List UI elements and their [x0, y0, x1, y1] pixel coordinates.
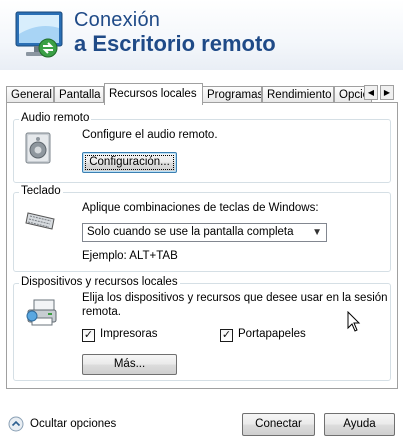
tab-strip: General Pantalla Recursos locales Progra…: [6, 83, 400, 105]
collapse-options-icon[interactable]: [8, 416, 24, 432]
keyboard-combination-select[interactable]: Solo cuando se use la pantalla completa …: [82, 223, 327, 242]
keyboard-description: Aplique combinaciones de teclas de Windo…: [82, 202, 319, 214]
audio-description: Configure el audio remoto.: [82, 129, 218, 141]
hide-options-label[interactable]: Ocultar opciones: [30, 418, 116, 430]
connect-button[interactable]: Conectar: [242, 413, 315, 436]
more-devices-button[interactable]: Más...: [82, 354, 177, 375]
tab-panel-recursos-locales: Audio remoto Configure el audio remoto. …: [6, 102, 398, 389]
group-label-teclado: Teclado: [19, 185, 63, 197]
group-audio-remoto: Audio remoto Configure el audio remoto. …: [13, 112, 391, 183]
speaker-icon: [25, 132, 51, 164]
tab-scroll-right-icon[interactable]: ▶: [380, 85, 394, 100]
group-teclado: Teclado Aplique combinaciones de teclas …: [13, 185, 391, 272]
devices-icon: [26, 299, 57, 326]
devices-description-line1: Elija los dispositivos y recursos que de…: [82, 292, 388, 304]
printers-checkbox[interactable]: ✓: [82, 329, 95, 342]
audio-settings-button-label: Configuración...: [85, 155, 174, 170]
remote-desktop-logo-icon: [15, 11, 63, 58]
header-banner: Conexión a Escritorio remoto: [0, 0, 403, 70]
help-button[interactable]: Ayuda: [324, 413, 395, 436]
group-label-dispositivos: Dispositivos y recursos locales: [19, 276, 180, 288]
devices-description-line2: remota.: [82, 306, 121, 318]
clipboard-label[interactable]: Portapapeles: [238, 328, 306, 340]
keyboard-icon: [25, 212, 55, 230]
clipboard-checkbox[interactable]: ✓: [220, 329, 233, 342]
printers-label[interactable]: Impresoras: [100, 328, 158, 340]
group-dispositivos: Dispositivos y recursos locales Elija lo…: [13, 276, 391, 381]
group-label-audio: Audio remoto: [19, 112, 92, 124]
title-line1: Conexión: [74, 9, 161, 31]
tab-recursos-locales[interactable]: Recursos locales: [104, 83, 203, 105]
keyboard-example: Ejemplo: ALT+TAB: [82, 250, 178, 262]
audio-settings-button[interactable]: Configuración...: [82, 152, 177, 173]
mouse-cursor-icon: [347, 311, 361, 332]
keyboard-select-value: Solo cuando se use la pantalla completa: [87, 226, 294, 238]
chevron-down-icon: ▼: [312, 227, 322, 238]
tab-scroll-left-icon[interactable]: ◀: [364, 85, 378, 100]
title-line2: a Escritorio remoto: [74, 31, 276, 56]
